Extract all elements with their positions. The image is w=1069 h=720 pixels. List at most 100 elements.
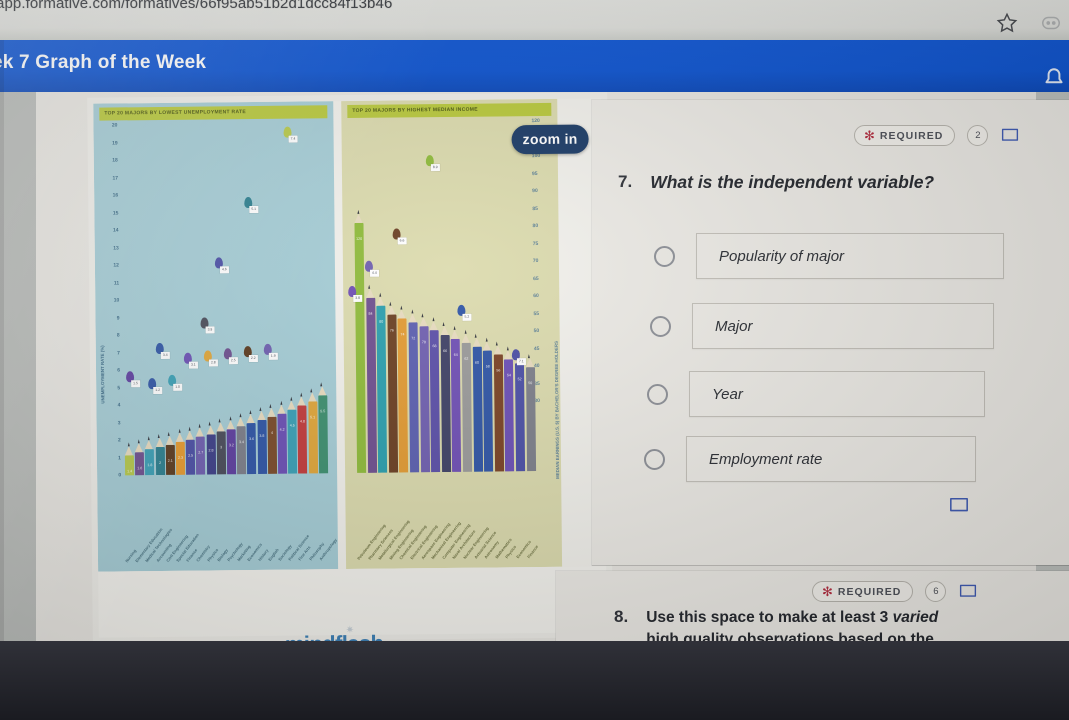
axis-tick: 100 bbox=[531, 152, 541, 160]
scatter-label: 4.6 bbox=[219, 266, 229, 274]
bar-value-label: 2.3 bbox=[177, 456, 183, 461]
axis-tick: 85 bbox=[532, 205, 538, 212]
scatter-label: 1.5 bbox=[131, 380, 140, 388]
option-3[interactable]: Employment rate bbox=[644, 436, 976, 482]
bar-value-label: 4.8 bbox=[299, 419, 305, 424]
bar-value-label: 2.5 bbox=[188, 453, 194, 458]
axis-tick: 2 bbox=[117, 437, 121, 444]
option-label-1: Major bbox=[715, 317, 753, 335]
bell-icon[interactable] bbox=[1041, 66, 1067, 92]
axis-tick: 65 bbox=[533, 275, 539, 282]
option-2[interactable]: Year bbox=[647, 371, 985, 417]
zoom-in-button[interactable]: zoom in bbox=[511, 124, 589, 155]
scatter-label: 1.9 bbox=[268, 352, 278, 360]
axis-tick: 13 bbox=[113, 244, 119, 251]
extension-icon[interactable] bbox=[1040, 12, 1062, 34]
bar-value-label: 76 bbox=[389, 328, 394, 333]
page-body: TOP 20 MAJORS BY LOWEST UNEMPLOYMENT RAT… bbox=[0, 92, 1069, 641]
pencil-bar: 2 bbox=[155, 446, 165, 476]
bar-value-label: 54 bbox=[506, 372, 511, 377]
flag-icon[interactable] bbox=[958, 583, 978, 601]
pencil-bar: 64 bbox=[451, 338, 462, 472]
q8-seg-b: observations based on the bbox=[733, 631, 934, 641]
option-box-1[interactable]: Major bbox=[692, 303, 994, 349]
required-label: REQUIRED bbox=[879, 129, 944, 142]
pencil-bar: 60 bbox=[472, 346, 483, 472]
pencil-bar: 3.4 bbox=[236, 425, 247, 475]
chart-panel-right: TOP 20 MAJORS BY HIGHEST MEDIAN INCOME 1… bbox=[341, 98, 563, 570]
axis-tick: 20 bbox=[111, 122, 118, 129]
bar-value-label: 3 bbox=[220, 445, 223, 450]
right-panel-scatter: 8.9 6.6 4.4 3.8 5.2 7.1 bbox=[341, 99, 557, 366]
pencil-bar: 50 bbox=[525, 366, 536, 472]
address-bar-url[interactable]: app.formative.com/formatives/66f95ab51b2… bbox=[0, 0, 392, 12]
scatter-label: 3.9 bbox=[205, 326, 215, 334]
brand-name: mindflash bbox=[285, 631, 384, 641]
pencil-bar: 4.5 bbox=[287, 409, 298, 474]
scatter-label: 4.4 bbox=[369, 269, 379, 277]
radio-button-2[interactable] bbox=[647, 383, 668, 405]
axis-tick: 0 bbox=[118, 472, 122, 479]
bar-value-label: 2.7 bbox=[198, 450, 204, 455]
scatter-label: 6.6 bbox=[397, 237, 407, 245]
bar-value-label: 52 bbox=[517, 376, 522, 381]
axis-tick: 35 bbox=[534, 380, 540, 387]
scatter-label: 5.2 bbox=[462, 313, 472, 321]
content-sheet: TOP 20 MAJORS BY LOWEST UNEMPLOYMENT RAT… bbox=[36, 92, 1069, 641]
app-header-bar: ek 7 Graph of the Week bbox=[0, 40, 1069, 92]
scatter-label: 3.1 bbox=[188, 361, 198, 369]
bar-value-label: 120 bbox=[356, 236, 363, 241]
bar-value-label: 68 bbox=[432, 344, 437, 349]
bar-value-label: 62 bbox=[464, 356, 469, 361]
axis-tick: 70 bbox=[532, 258, 539, 265]
mindflash-logo: mindflash.com bbox=[285, 630, 412, 641]
scatter-label: 3.8 bbox=[353, 294, 363, 302]
poster-image[interactable]: TOP 20 MAJORS BY LOWEST UNEMPLOYMENT RAT… bbox=[93, 98, 607, 572]
scatter-label: 1.0 bbox=[173, 383, 182, 391]
bar-value-label: 72 bbox=[411, 336, 416, 341]
question-7-text: What is the independent variable? bbox=[650, 172, 935, 192]
scatter-label: 3.4 bbox=[160, 351, 170, 359]
bar-value-label: 74 bbox=[400, 332, 405, 337]
question-7-card: ✻ REQUIRED 2 7. What is the independent … bbox=[592, 100, 1069, 565]
axis-tick: 16 bbox=[112, 192, 119, 199]
pencil-bar: 3.2 bbox=[226, 428, 237, 475]
star-icon[interactable] bbox=[996, 12, 1018, 34]
pencil-bar: 2.5 bbox=[185, 439, 196, 475]
pencil-bar: 1.8 bbox=[145, 449, 155, 476]
q8-seg-a: Use this space to make at least 3 bbox=[646, 609, 893, 626]
radio-button-1[interactable] bbox=[650, 315, 671, 337]
page-title: ek 7 Graph of the Week bbox=[0, 52, 207, 73]
axis-tick: 40 bbox=[533, 363, 540, 370]
bar-value-label: 58 bbox=[485, 364, 490, 369]
bar-value-label: 1.8 bbox=[147, 463, 153, 468]
option-0[interactable]: Popularity of major bbox=[654, 233, 1004, 279]
graph-of-the-week-poster[interactable]: TOP 20 MAJORS BY LOWEST UNEMPLOYMENT RAT… bbox=[87, 92, 613, 641]
option-1[interactable]: Major bbox=[650, 303, 994, 349]
pencil-bar: 4.8 bbox=[297, 405, 308, 474]
flag-icon[interactable] bbox=[1000, 127, 1020, 145]
question-8-meta: ✻ REQUIRED 6 bbox=[812, 581, 978, 602]
radio-button-3[interactable] bbox=[644, 448, 665, 470]
pencil-bar: 3.6 bbox=[246, 422, 257, 475]
flag-icon-question-7-footer[interactable] bbox=[948, 496, 970, 516]
scatter-label: 2.8 bbox=[208, 359, 218, 367]
radio-button-0[interactable] bbox=[654, 245, 675, 267]
question-8-text: Use this space to make at least 3 varied… bbox=[646, 607, 986, 641]
option-box-3[interactable]: Employment rate bbox=[686, 436, 976, 482]
asterisk-icon: ✻ bbox=[864, 128, 875, 143]
bar-value-label: 4.2 bbox=[279, 428, 285, 433]
bar-value-label: 3.4 bbox=[238, 439, 244, 444]
pencil-bar: 80 bbox=[376, 305, 388, 473]
option-box-0[interactable]: Popularity of major bbox=[696, 233, 1004, 279]
pencil-bar: 68 bbox=[429, 330, 441, 473]
left-panel-scatter: 7.4 5.1 4.6 3.9 3.4 3.1 2.8 2.5 2.2 1.9 1.5 1.2 1.0 bbox=[93, 101, 333, 395]
axis-tick: 15 bbox=[112, 209, 119, 216]
pencil-bar: 3 bbox=[216, 431, 226, 475]
option-box-2[interactable]: Year bbox=[689, 371, 985, 417]
chart-panel-left: TOP 20 MAJORS BY LOWEST UNEMPLOYMENT RAT… bbox=[93, 101, 339, 572]
required-badge-8: ✻ REQUIRED bbox=[812, 581, 914, 602]
right-panel-axis-caption: MEDIAN EARNINGS (U.S. $) BY BACHELOR'S D… bbox=[553, 340, 561, 479]
axis-tick: 17 bbox=[112, 174, 119, 181]
bar-value-label: 2.8 bbox=[208, 448, 214, 453]
